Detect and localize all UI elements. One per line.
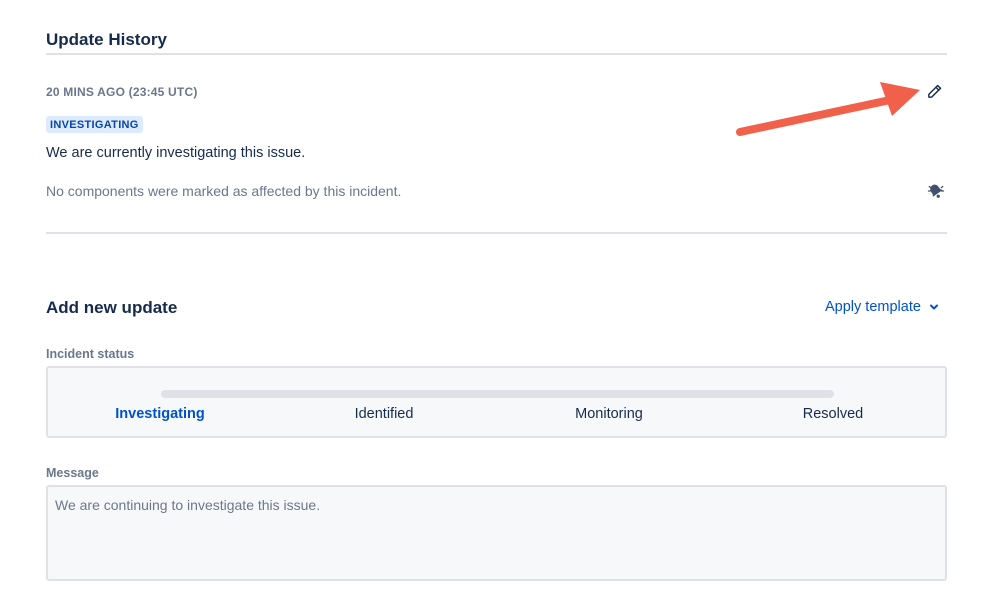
status-badge: INVESTIGATING	[46, 116, 143, 133]
update-body-text: We are currently investigating this issu…	[46, 145, 306, 161]
chevron-down-icon	[929, 304, 938, 310]
components-note: No components were marked as affected by…	[46, 183, 402, 199]
message-input[interactable]	[46, 485, 947, 581]
bell-icon[interactable]	[927, 182, 945, 200]
status-slider-track[interactable]	[161, 390, 834, 398]
status-option-monitoring[interactable]: Monitoring	[575, 406, 643, 422]
status-option-identified[interactable]: Identified	[355, 406, 414, 422]
add-update-title: Add new update	[46, 298, 178, 317]
section-divider	[46, 232, 947, 234]
update-timestamp: 20 MINS AGO (23:45 UTC)	[46, 85, 198, 99]
message-label: Message	[46, 466, 99, 480]
update-history-title: Update History	[46, 30, 167, 49]
apply-template-button[interactable]: Apply template	[825, 299, 939, 315]
status-option-investigating[interactable]: Investigating	[115, 406, 204, 422]
incident-update-page: Update History 20 MINS AGO (23:45 UTC) I…	[0, 0, 999, 609]
status-option-resolved[interactable]: Resolved	[803, 406, 863, 422]
apply-template-label: Apply template	[825, 299, 921, 315]
incident-status-label: Incident status	[46, 347, 135, 361]
annotation-arrow	[736, 82, 920, 136]
incident-status-selector: Investigating Identified Monitoring Reso…	[46, 366, 947, 438]
section-divider	[46, 53, 947, 55]
